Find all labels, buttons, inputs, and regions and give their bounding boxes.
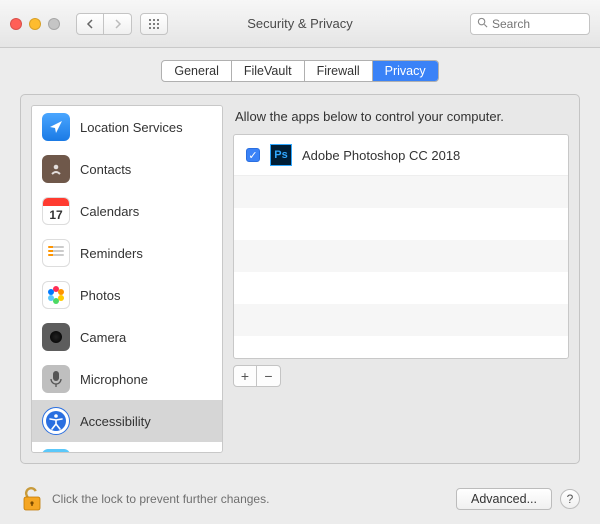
tab-filevault[interactable]: FileVault: [232, 61, 305, 81]
accessibility-icon: [42, 407, 70, 435]
tab-firewall[interactable]: Firewall: [305, 61, 373, 81]
sidebar-item-microphone[interactable]: Microphone: [32, 358, 222, 400]
microphone-icon: [42, 365, 70, 393]
footer: Click the lock to prevent further change…: [0, 474, 600, 524]
location-icon: [42, 113, 70, 141]
empty-row: [234, 176, 568, 208]
minimize-icon[interactable]: [29, 18, 41, 30]
sidebar-item-label: Contacts: [80, 162, 131, 177]
zoom-icon: [48, 18, 60, 30]
sidebar-item-full-disk-access[interactable]: Full Disk Access: [32, 442, 222, 453]
sidebar-item-location-services[interactable]: Location Services: [32, 106, 222, 148]
photoshop-icon: Ps: [270, 144, 292, 166]
sidebar-item-label: Calendars: [80, 204, 139, 219]
fulldisk-icon: [42, 449, 70, 453]
search-icon: [477, 17, 488, 31]
search-input[interactable]: [492, 17, 583, 31]
sidebar-item-label: Camera: [80, 330, 126, 345]
privacy-sidebar: Location Services Contacts 17 Calendars …: [31, 105, 223, 453]
calendars-icon: 17: [42, 197, 70, 225]
app-name: Adobe Photoshop CC 2018: [302, 148, 460, 163]
empty-row: [234, 240, 568, 272]
nav-buttons: [76, 13, 132, 35]
back-button[interactable]: [76, 13, 104, 35]
app-checkbox[interactable]: ✓: [246, 148, 260, 162]
lock-message: Click the lock to prevent further change…: [52, 492, 448, 506]
close-icon[interactable]: [10, 18, 22, 30]
sidebar-item-calendars[interactable]: 17 Calendars: [32, 190, 222, 232]
tab-privacy[interactable]: Privacy: [373, 61, 438, 81]
search-field[interactable]: [470, 13, 590, 35]
sidebar-item-label: Location Services: [80, 120, 183, 135]
grid-icon: [148, 18, 160, 30]
add-remove-control: + −: [233, 365, 281, 387]
contacts-icon: [42, 155, 70, 183]
empty-row: [234, 272, 568, 304]
remove-button[interactable]: −: [257, 366, 280, 386]
show-all-button[interactable]: [140, 13, 168, 35]
forward-button[interactable]: [104, 13, 132, 35]
help-button[interactable]: ?: [560, 489, 580, 509]
sidebar-item-label: Photos: [80, 288, 120, 303]
sidebar-item-photos[interactable]: Photos: [32, 274, 222, 316]
instruction-text: Allow the apps below to control your com…: [233, 105, 569, 134]
empty-row: [234, 304, 568, 336]
app-list: ✓ Ps Adobe Photoshop CC 2018: [233, 134, 569, 359]
app-row[interactable]: ✓ Ps Adobe Photoshop CC 2018: [234, 135, 568, 176]
camera-icon: [42, 323, 70, 351]
sidebar-item-camera[interactable]: Camera: [32, 316, 222, 358]
content-panel: Location Services Contacts 17 Calendars …: [20, 94, 580, 464]
detail-pane: Allow the apps below to control your com…: [233, 105, 569, 453]
sidebar-item-accessibility[interactable]: Accessibility: [32, 400, 222, 442]
reminders-icon: [42, 239, 70, 267]
sidebar-item-label: Microphone: [80, 372, 148, 387]
sidebar-item-label: Reminders: [80, 246, 143, 261]
titlebar: Security & Privacy: [0, 0, 600, 48]
photos-icon: [42, 281, 70, 309]
sidebar-item-reminders[interactable]: Reminders: [32, 232, 222, 274]
tab-general[interactable]: General: [162, 61, 231, 81]
advanced-button[interactable]: Advanced...: [456, 488, 552, 510]
lock-icon[interactable]: [20, 485, 44, 513]
empty-row: [234, 208, 568, 240]
add-button[interactable]: +: [234, 366, 257, 386]
window-controls: [10, 18, 60, 30]
sidebar-item-label: Accessibility: [80, 414, 151, 429]
tab-bar: General FileVault Firewall Privacy: [0, 60, 600, 82]
sidebar-item-contacts[interactable]: Contacts: [32, 148, 222, 190]
